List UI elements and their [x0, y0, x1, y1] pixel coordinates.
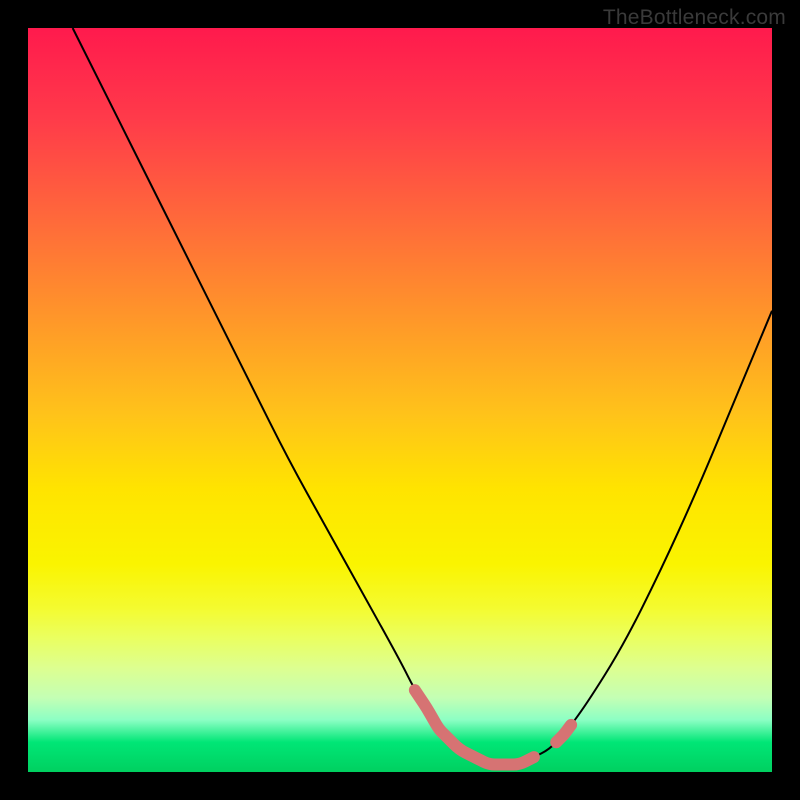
bottleneck-curve-svg [28, 28, 772, 772]
bottleneck-curve-line [73, 28, 772, 765]
plot-area [28, 28, 772, 772]
watermark-text: TheBottleneck.com [603, 6, 786, 30]
bottleneck-curve-sweetspot-tick [556, 725, 571, 742]
chart-frame: TheBottleneck.com [0, 0, 800, 800]
bottleneck-curve-sweetspot [415, 690, 534, 764]
